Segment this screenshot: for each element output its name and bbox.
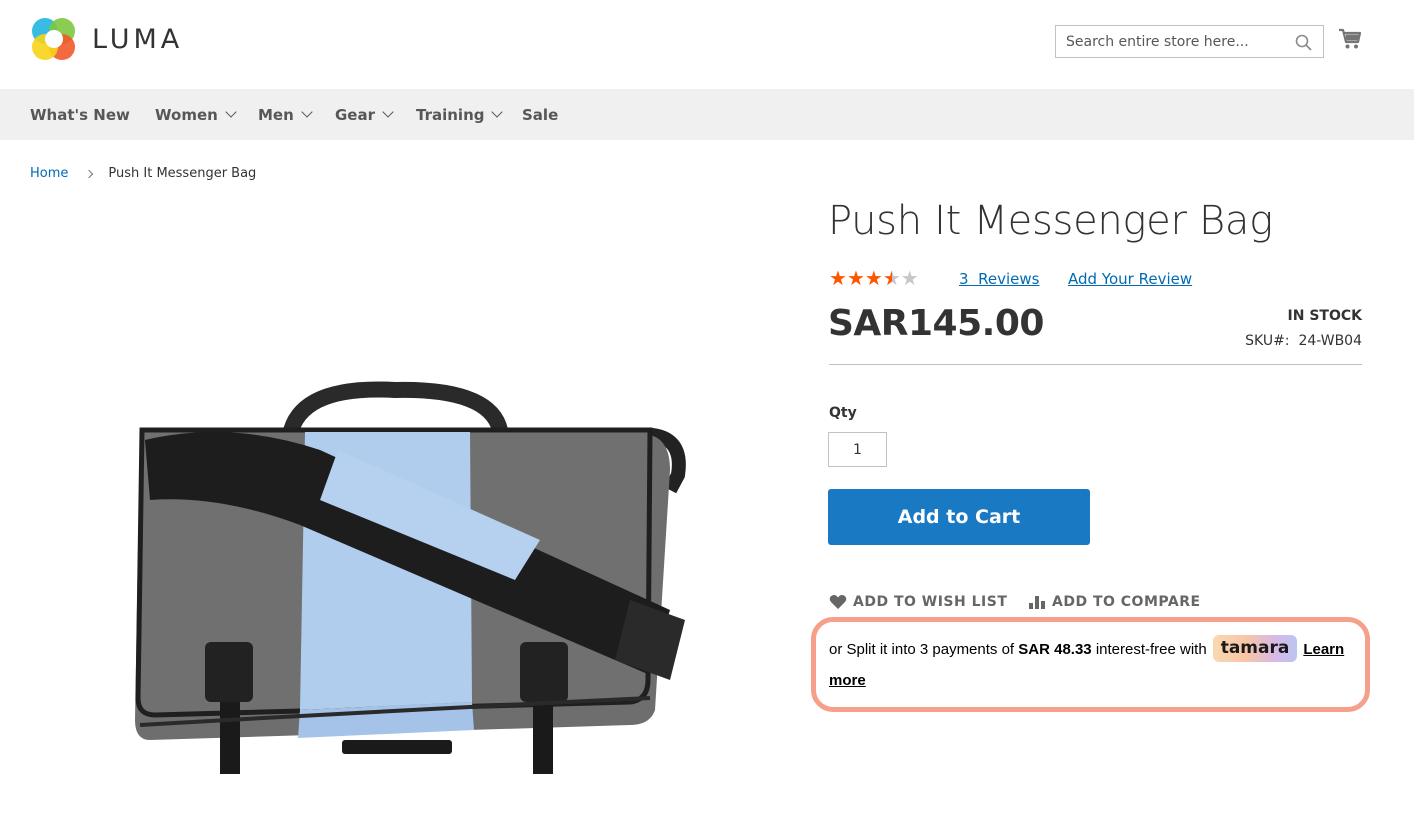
logo-text: LUMA	[92, 23, 184, 55]
breadcrumb-home-link[interactable]: Home	[30, 166, 68, 181]
nav-item-label: Sale	[522, 105, 559, 124]
sku-value: 24-WB04	[1298, 333, 1362, 349]
tamara-prefix: or Split it into 3 payments of	[829, 641, 1015, 658]
reviews-count: 3	[959, 270, 969, 288]
qty-input[interactable]	[828, 432, 887, 467]
star-icon: ★	[829, 266, 847, 290]
add-to-cart-button[interactable]: Add to Cart	[828, 489, 1090, 545]
breadcrumb-current: Push It Messenger Bag	[108, 166, 257, 181]
nav-item-label: Women	[155, 105, 218, 124]
nav-item-training[interactable]: Training	[416, 89, 504, 140]
chevron-down-icon	[301, 106, 313, 118]
star-icon: ★	[864, 266, 883, 290]
reviews-link[interactable]: 3 Reviews	[959, 270, 1039, 288]
tamara-message: or Split it into 3 payments of SAR 48.33…	[829, 634, 1359, 696]
nav-item-sale[interactable]: Sale	[522, 89, 558, 140]
site-header: LUMA	[0, 0, 1414, 89]
divider	[829, 364, 1362, 365]
tamara-logo: tamara	[1212, 634, 1298, 662]
bar-chart-icon	[1029, 596, 1045, 609]
product-sku: SKU#: 24-WB04	[1245, 333, 1362, 349]
luma-logo-icon	[32, 18, 75, 60]
wishlist-label: ADD TO WISH LIST	[853, 594, 1008, 610]
nav-item-women[interactable]: Women	[155, 89, 237, 140]
nav-item-label: Gear	[335, 105, 376, 124]
nav-item-label: Men	[258, 105, 294, 124]
search-icon[interactable]	[1295, 34, 1312, 51]
stock-status: IN STOCK	[1287, 308, 1362, 324]
product-image[interactable]	[110, 380, 700, 790]
star-icon: ★	[900, 266, 919, 290]
main-navigation: What's New Women Men Gear Training Sale	[0, 89, 1414, 140]
product-price: SAR145.00	[828, 303, 1044, 344]
chevron-right-icon	[85, 169, 94, 178]
nav-item-whats-new[interactable]: What's New	[30, 89, 130, 140]
chevron-down-icon	[225, 106, 237, 118]
cart-icon[interactable]	[1338, 27, 1362, 51]
reviews-label: Reviews	[978, 270, 1040, 288]
star-icon: ★	[846, 266, 865, 290]
search-input[interactable]	[1066, 33, 1281, 50]
add-to-compare-link[interactable]: ADD TO COMPARE	[1028, 594, 1201, 610]
heart-icon	[829, 595, 847, 609]
search-box	[1055, 25, 1324, 58]
tamara-amount: SAR 48.33	[1018, 641, 1092, 658]
rating-stars: ★ ★ ★ ★ ★	[829, 268, 919, 288]
sku-label: SKU#:	[1245, 333, 1290, 349]
store-logo[interactable]: LUMA	[30, 15, 183, 63]
product-title: Push It Messenger Bag	[828, 198, 1273, 244]
tamara-suffix: interest-free with	[1095, 641, 1207, 658]
add-review-link[interactable]: Add Your Review	[1068, 270, 1192, 288]
nav-item-gear[interactable]: Gear	[335, 89, 394, 140]
nav-item-label: Training	[416, 105, 485, 124]
qty-label: Qty	[829, 405, 857, 421]
chevron-down-icon	[382, 106, 394, 118]
chevron-down-icon	[491, 106, 504, 118]
nav-item-men[interactable]: Men	[258, 89, 313, 140]
nav-item-label: What's New	[30, 105, 130, 124]
breadcrumb: Home Push It Messenger Bag	[30, 166, 256, 181]
compare-label: ADD TO COMPARE	[1052, 594, 1201, 610]
star-half-icon: ★	[882, 266, 901, 290]
add-to-wishlist-link[interactable]: ADD TO WISH LIST	[829, 594, 1007, 610]
